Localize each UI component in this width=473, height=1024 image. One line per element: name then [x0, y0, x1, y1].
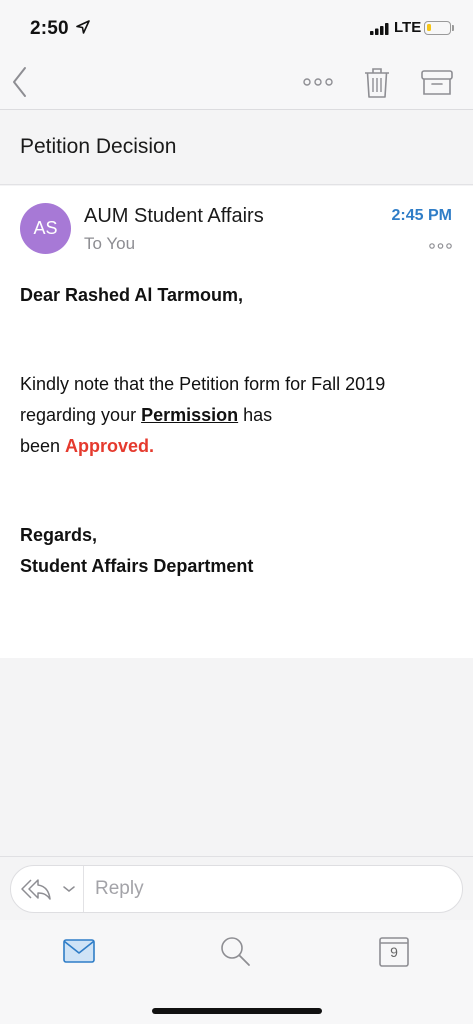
body-line: Kindly note that the Petition form for F… [20, 374, 386, 394]
chevron-down-icon [63, 886, 75, 892]
status-time: 2:50 [30, 18, 69, 39]
battery-level [427, 24, 431, 31]
back-chevron-icon [13, 67, 26, 97]
more-dots-icon [303, 78, 333, 86]
search-icon [221, 937, 250, 966]
archive-icon [421, 70, 453, 95]
message-body: Dear Rashed Al Tarmoum, Kindly note that… [20, 280, 460, 582]
more-dots-icon [429, 243, 452, 249]
recipient-label[interactable]: To You [84, 234, 135, 254]
tab-search[interactable] [218, 934, 252, 968]
delete-button[interactable] [362, 66, 392, 100]
status-bar: 2:50 LTE [0, 0, 473, 54]
body-text: has [238, 405, 273, 425]
body-line: been Approved. [20, 431, 460, 462]
signature: Student Affairs Department [20, 556, 254, 576]
permission-emphasis: Permission [141, 405, 239, 425]
message-card: AS AUM Student Affairs To You 2:45 PM De… [0, 186, 473, 658]
body-text: been [20, 436, 66, 456]
calendar-day: 9 [390, 944, 398, 960]
tab-calendar[interactable]: 9 [378, 934, 410, 968]
battery-icon [424, 21, 451, 35]
more-options-button[interactable] [298, 72, 338, 92]
network-type: LTE [394, 19, 422, 36]
location-arrow-icon [76, 20, 90, 34]
signal-strength-icon [370, 23, 389, 35]
tab-mail[interactable] [62, 938, 96, 964]
tab-bar: 9 [0, 920, 473, 1024]
mail-icon [63, 939, 95, 963]
archive-button[interactable] [420, 68, 454, 98]
reply-bar: Reply [0, 856, 473, 920]
battery-nub [452, 25, 454, 31]
sender-name[interactable]: AUM Student Affairs [84, 205, 264, 228]
email-subject: Petition Decision [20, 135, 177, 158]
approval-status: Approved. [65, 436, 155, 456]
reply-divider [83, 866, 84, 912]
home-indicator[interactable] [152, 1008, 322, 1014]
reply-options-button[interactable] [19, 874, 79, 904]
subject-bar: Petition Decision [0, 111, 473, 185]
greeting: Dear Rashed Al Tarmoum, [20, 285, 244, 305]
reply-all-icon [21, 879, 51, 900]
back-button[interactable] [8, 64, 38, 100]
sender-avatar[interactable]: AS [20, 203, 71, 254]
email-screen: 2:50 LTE Petition Decision AS AUM Studen… [0, 0, 473, 1024]
trash-icon [365, 68, 389, 98]
body-line: regarding your Permission has [20, 400, 460, 431]
reply-box[interactable]: Reply [10, 865, 463, 913]
closing: Regards, [20, 525, 98, 545]
reply-input[interactable]: Reply [95, 878, 144, 900]
message-time: 2:45 PM [391, 207, 452, 224]
nav-bar [0, 54, 473, 110]
message-more-button[interactable] [428, 238, 453, 249]
body-text: regarding your [20, 405, 142, 425]
